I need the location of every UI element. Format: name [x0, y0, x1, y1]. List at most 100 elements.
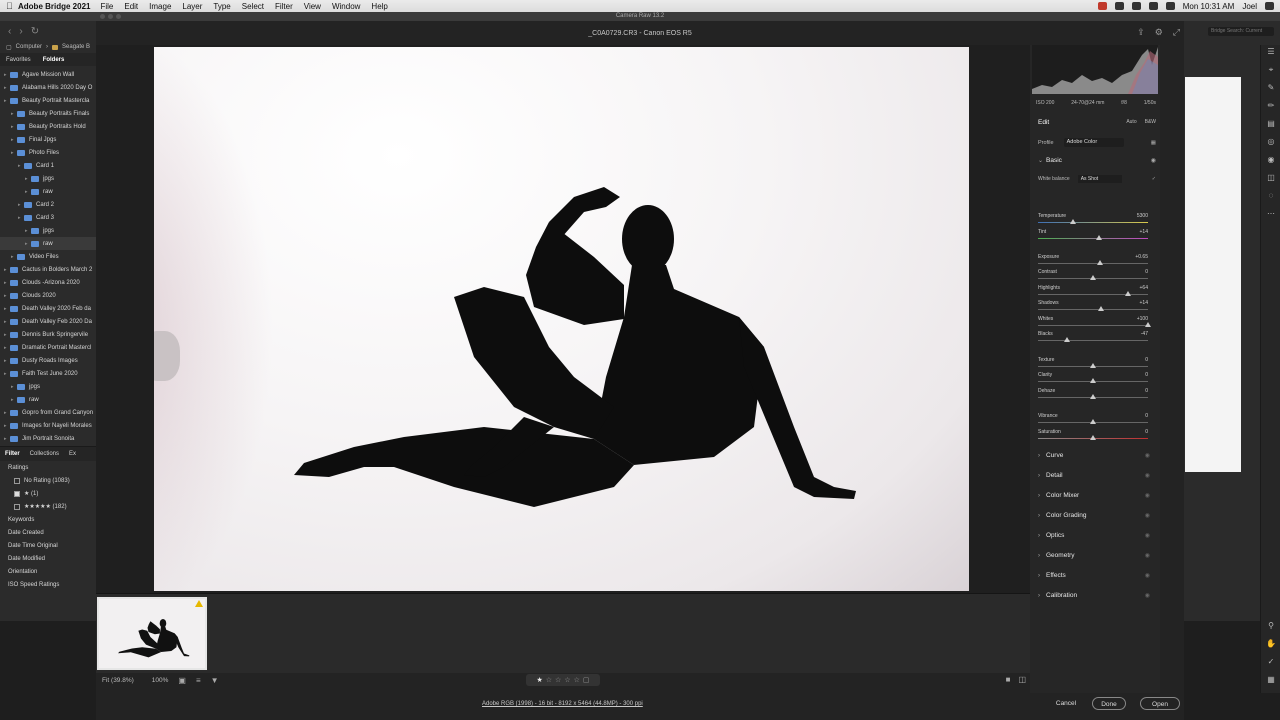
- slider-track[interactable]: [1038, 309, 1148, 310]
- zoom-100[interactable]: 100%: [152, 677, 169, 684]
- eyedropper-icon[interactable]: ✓: [1152, 176, 1156, 182]
- folder-item[interactable]: ▸ Agave Mission Wall: [0, 68, 98, 81]
- slider-value[interactable]: 0: [1145, 372, 1148, 378]
- filter-option[interactable]: ★★★★★ (182): [0, 500, 98, 513]
- star-icon[interactable]: ★: [536, 676, 542, 684]
- breadcrumb-computer[interactable]: Computer: [16, 44, 42, 50]
- folder-item[interactable]: ▸ Beauty Portraits Hold: [0, 120, 98, 133]
- slider-tint[interactable]: Tint +14: [1038, 229, 1148, 243]
- menu-edit[interactable]: Edit: [124, 2, 138, 11]
- folder-item[interactable]: ▸ jpgs: [0, 224, 98, 237]
- zoom-window-icon[interactable]: [116, 14, 121, 19]
- slider-handle[interactable]: [1090, 363, 1096, 368]
- folder-item[interactable]: ▸ Beauty Portrait Mastercla: [0, 94, 98, 107]
- folder-item[interactable]: ▸ Card 3: [0, 211, 98, 224]
- slider-handle[interactable]: [1125, 291, 1132, 296]
- folder-item[interactable]: ▸ raw: [0, 237, 98, 250]
- checkbox[interactable]: [14, 477, 20, 484]
- forward-icon[interactable]: ›: [19, 26, 22, 37]
- rating-stars[interactable]: ★ ☆ ☆ ☆ ☆ ▢: [526, 674, 600, 686]
- slider-saturation[interactable]: Saturation 0: [1038, 429, 1148, 443]
- slider-value[interactable]: 0: [1145, 388, 1148, 394]
- before-after-icon[interactable]: ◫: [1018, 675, 1026, 684]
- clock[interactable]: Mon 10:31 AM: [1183, 2, 1235, 11]
- slider-value[interactable]: 0: [1145, 357, 1148, 363]
- grid-icon[interactable]: ▦: [1266, 675, 1276, 685]
- folder-item[interactable]: ▸ Jim Portrait Sonoita: [0, 432, 98, 445]
- filter-icon[interactable]: ▼: [211, 676, 219, 685]
- slider-track[interactable]: [1038, 263, 1148, 264]
- fullscreen-icon[interactable]: ⤢: [1173, 27, 1180, 38]
- star-icon[interactable]: ☆: [555, 676, 561, 684]
- search-icon[interactable]: [1265, 2, 1274, 10]
- minimize-window-icon[interactable]: [108, 14, 113, 19]
- slider-handle[interactable]: [1097, 306, 1104, 311]
- eye-icon[interactable]: ◉: [1145, 572, 1150, 579]
- filter-option[interactable]: ★ (1): [0, 487, 98, 500]
- filmstrip-toggle-icon[interactable]: ▣: [178, 676, 186, 685]
- menu-window[interactable]: Window: [332, 2, 360, 11]
- folder-item[interactable]: ▸ Dramatic Portrait Mastercl: [0, 341, 98, 354]
- slider-handle[interactable]: [1063, 337, 1070, 342]
- section-color-mixer[interactable]: › Color Mixer ◉: [1038, 492, 1150, 499]
- snapshots-icon[interactable]: ◫: [1266, 173, 1276, 183]
- slider-vibrance[interactable]: Vibrance 0: [1038, 413, 1148, 427]
- eye-icon[interactable]: ◉: [1145, 552, 1150, 559]
- menu-select[interactable]: Select: [242, 2, 264, 11]
- slider-value[interactable]: -47: [1141, 331, 1148, 337]
- slider-handle[interactable]: [1096, 260, 1103, 265]
- slider-blacks[interactable]: Blacks -47: [1038, 331, 1148, 345]
- folder-item[interactable]: ▸ Clouds 2020: [0, 289, 98, 302]
- slider-track[interactable]: [1038, 222, 1148, 223]
- wifi-icon[interactable]: [1165, 2, 1175, 10]
- folder-item[interactable]: ▸ Beauty Portraits Finals: [0, 107, 98, 120]
- record-icon[interactable]: [1097, 2, 1107, 10]
- bw-button[interactable]: B&W: [1145, 119, 1156, 126]
- presets-icon[interactable]: ◌: [1266, 191, 1276, 201]
- folder-item[interactable]: ▸ Faith Test June 2020: [0, 367, 98, 380]
- slider-value[interactable]: 0: [1145, 413, 1148, 419]
- folder-item[interactable]: ▸ Video Files: [0, 250, 98, 263]
- menu-layer[interactable]: Layer: [182, 2, 202, 11]
- checkbox[interactable]: [14, 503, 20, 510]
- folder-item[interactable]: ▸ Card 2: [0, 198, 98, 211]
- status-icon[interactable]: [1148, 2, 1158, 10]
- slider-track[interactable]: [1038, 294, 1148, 295]
- menu-filter[interactable]: Filter: [275, 2, 293, 11]
- folder-item[interactable]: ▸ Death Valley 2020 Feb da: [0, 302, 98, 315]
- slider-handle[interactable]: [1090, 394, 1096, 399]
- section-geometry[interactable]: › Geometry ◉: [1038, 552, 1150, 559]
- star-icon[interactable]: ☆: [564, 676, 570, 684]
- app-menu[interactable]: Adobe Bridge 2021: [18, 2, 90, 11]
- filter-category[interactable]: Keywords: [0, 513, 98, 526]
- brush-icon[interactable]: ✏: [1266, 101, 1276, 111]
- eye-icon[interactable]: ◉: [1145, 512, 1150, 519]
- zoom-icon[interactable]: ⚲: [1266, 621, 1276, 631]
- eye-icon[interactable]: ◉: [1145, 532, 1150, 539]
- redeye-icon[interactable]: ◉: [1266, 155, 1276, 165]
- filter-category[interactable]: Date Modified: [0, 552, 98, 565]
- folder-item[interactable]: ▸ raw: [0, 393, 98, 406]
- folder-item[interactable]: ▸ jpgs: [0, 172, 98, 185]
- checkbox[interactable]: [14, 490, 20, 497]
- edit-tool-icon[interactable]: ☰: [1266, 47, 1276, 57]
- slider-highlights[interactable]: Highlights +64: [1038, 285, 1148, 299]
- slider-contrast[interactable]: Contrast 0: [1038, 269, 1148, 283]
- white-balance-select[interactable]: As Shot: [1077, 175, 1122, 183]
- breadcrumb-drive[interactable]: Seagate B: [62, 44, 90, 50]
- apple-menu-icon[interactable]: : [6, 1, 18, 11]
- folder-item[interactable]: ▸ Images for Nayeli Morales: [0, 419, 98, 432]
- back-icon[interactable]: ‹: [8, 26, 11, 37]
- folder-item[interactable]: ▸ raw: [0, 185, 98, 198]
- slider-handle[interactable]: [1145, 322, 1151, 327]
- tab-favorites[interactable]: Favorites: [0, 57, 37, 63]
- gear-icon[interactable]: ⚙: [1155, 27, 1163, 38]
- tab-collections[interactable]: Collections: [25, 451, 64, 457]
- star-icon[interactable]: ☆: [574, 676, 580, 684]
- folder-item[interactable]: ▸ Clouds -Arizona 2020: [0, 276, 98, 289]
- slider-track[interactable]: [1038, 238, 1148, 239]
- sort-icon[interactable]: ≡: [196, 676, 201, 685]
- menu-file[interactable]: File: [100, 2, 113, 11]
- filter-category[interactable]: ISO Speed Ratings: [0, 578, 98, 591]
- slider-track[interactable]: [1038, 325, 1148, 326]
